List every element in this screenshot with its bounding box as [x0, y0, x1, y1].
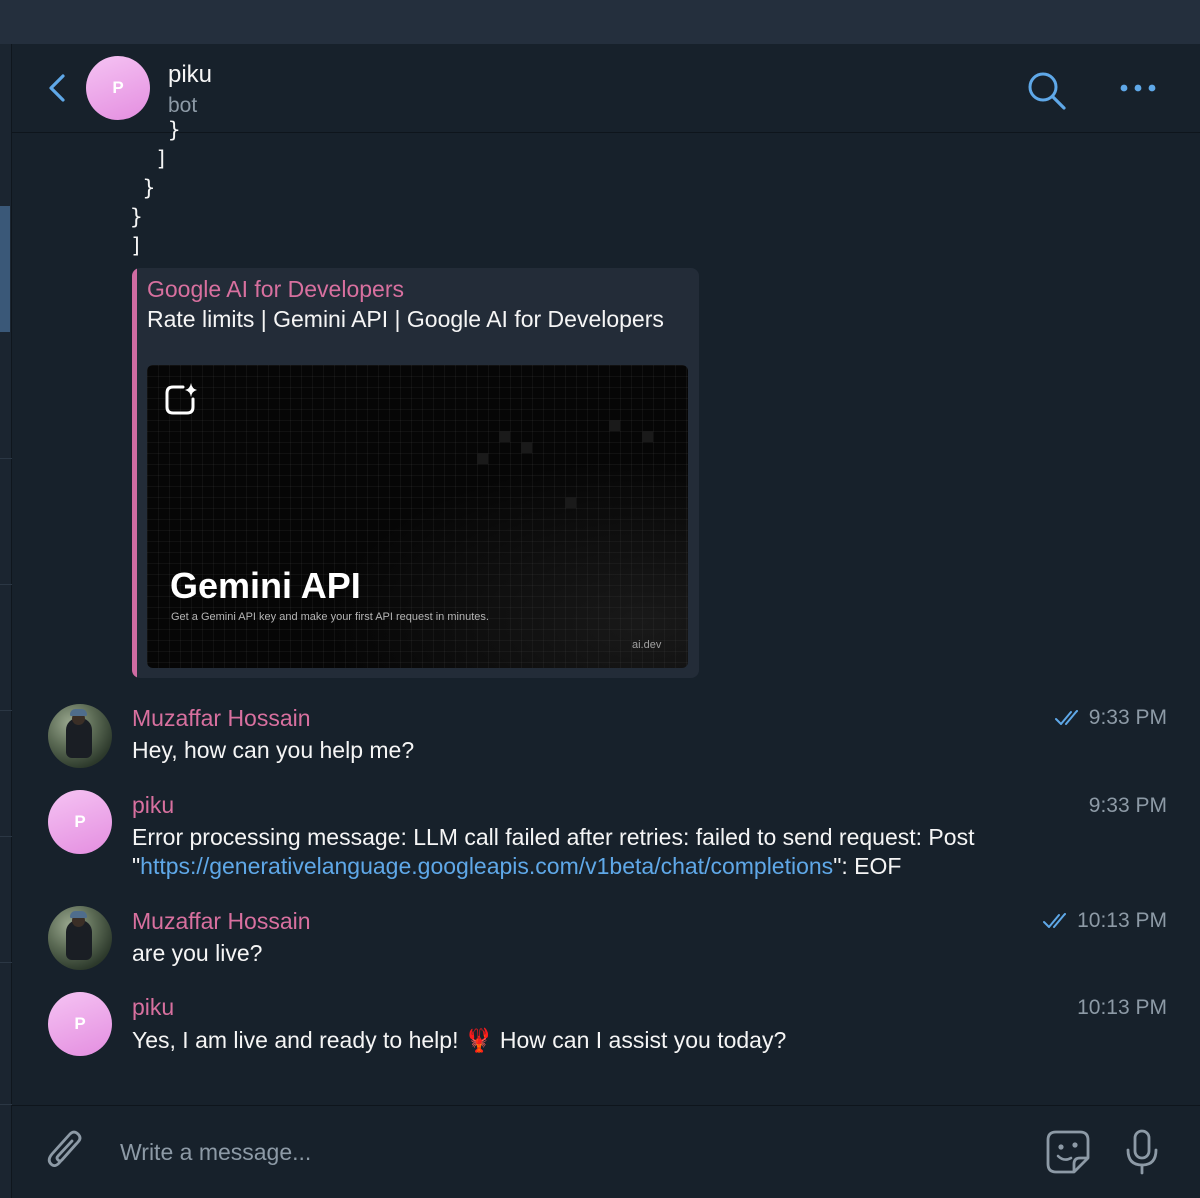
message-text: Error processing message: LLM call faile… — [132, 823, 1052, 881]
message-text: Yes, I am live and ready to help! 🦞 How … — [132, 1026, 1052, 1056]
sender-name[interactable]: piku — [132, 792, 174, 819]
message-link[interactable]: https://generativelanguage.googleapis.co… — [140, 853, 833, 879]
gemini-logo-icon — [165, 383, 197, 415]
message-composer — [12, 1105, 1200, 1198]
chat-subtitle: bot — [168, 94, 198, 117]
avatar[interactable]: P — [86, 56, 150, 120]
double-check-icon — [1054, 710, 1078, 725]
message-time: 9:33 PM — [1089, 794, 1167, 818]
chat-title: piku — [168, 61, 213, 88]
message-time: 10:13 PM — [1043, 909, 1167, 933]
lobster-emoji: 🦞 — [464, 1028, 494, 1054]
time-label: 10:13 PM — [1077, 996, 1167, 1019]
preview-image-heading: Gemini API — [170, 565, 361, 606]
message-time: 10:13 PM — [1077, 996, 1167, 1020]
preview-image-caption: Get a Gemini API key and make your first… — [171, 611, 489, 623]
message-input[interactable] — [120, 1134, 1000, 1170]
paperclip-icon[interactable] — [46, 1128, 86, 1174]
message-text-part: Yes, I am live and ready to help! — [132, 1027, 465, 1053]
chat-window: P piku bot } ] } } ] Google AI for Devel… — [12, 44, 1200, 1198]
sender-name[interactable]: piku — [132, 994, 174, 1021]
message-text-part: How can I assist you today? — [493, 1027, 787, 1053]
preview-site-name: Google AI for Developers — [147, 276, 404, 302]
message-time: 9:33 PM — [1054, 706, 1167, 730]
active-chat-indicator[interactable] — [0, 206, 10, 332]
message-text: Hey, how can you help me? — [132, 737, 415, 763]
time-label: 9:33 PM — [1088, 794, 1167, 817]
preview-image-domain: ai.dev — [632, 639, 662, 651]
double-check-icon — [1043, 913, 1067, 928]
preview-accent-bar — [132, 268, 137, 678]
message-text: are you live? — [132, 940, 263, 966]
user-avatar[interactable] — [48, 704, 112, 768]
chevron-left-icon[interactable] — [46, 72, 68, 104]
message-text-part: ": EOF — [833, 853, 902, 879]
preview-image[interactable]: Gemini API Get a Gemini API key and make… — [147, 365, 688, 668]
bot-avatar[interactable]: P — [48, 790, 112, 854]
window-title-strip — [0, 0, 1200, 44]
bot-avatar[interactable]: P — [48, 992, 112, 1056]
code-block-tail: } ] } } ] — [130, 118, 181, 258]
microphone-icon[interactable] — [1124, 1128, 1160, 1176]
sticker-icon[interactable] — [1044, 1128, 1092, 1176]
search-icon[interactable] — [1026, 70, 1068, 112]
chat-list-edge — [0, 44, 12, 1198]
sender-name[interactable]: Muzaffar Hossain — [132, 908, 311, 935]
more-horizontal-icon[interactable] — [1116, 76, 1160, 100]
link-preview[interactable]: Google AI for Developers Rate limits | G… — [132, 268, 699, 678]
sender-name[interactable]: Muzaffar Hossain — [132, 705, 311, 732]
user-avatar[interactable] — [48, 906, 112, 970]
time-label: 10:13 PM — [1077, 909, 1167, 932]
preview-title: Rate limits | Gemini API | Google AI for… — [147, 306, 664, 332]
time-label: 9:33 PM — [1088, 706, 1167, 729]
chat-header: P piku bot — [12, 44, 1200, 133]
